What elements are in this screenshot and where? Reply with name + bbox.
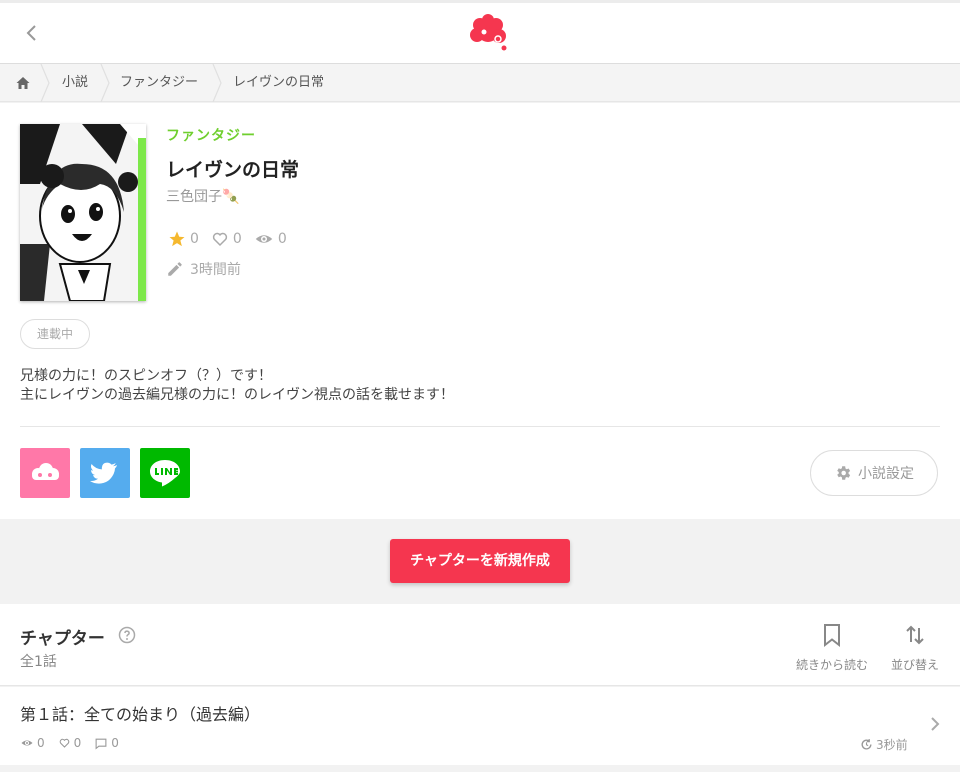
description-line: 兄様の力に！のスピンオフ（？）です！: [20, 368, 272, 384]
continue-reading-label: 続きから読む: [795, 658, 868, 672]
sort-icon: [906, 625, 924, 645]
logo-icon[interactable]: [466, 11, 510, 55]
back-chevron-icon[interactable]: [20, 21, 44, 45]
breadcrumb-item-current: レイヴンの日常: [233, 75, 325, 90]
share-button-pink[interactable]: [20, 448, 70, 498]
breadcrumb: 小説 ファンタジー レイヴンの日常: [0, 64, 960, 102]
chapter-count: 全1話: [20, 654, 57, 670]
twitter-bird-icon: [90, 462, 117, 484]
clock-icon: [861, 739, 872, 750]
description-line: 主にレイヴンの過去編兄様の力に！のレイヴン視点の話を載せます！: [20, 387, 454, 403]
sort-button[interactable]: 並び替え: [884, 622, 946, 673]
chapter-time: 3秒前: [860, 736, 908, 753]
heart-icon: [212, 232, 228, 247]
bookmark-icon: [824, 624, 840, 648]
chapter-time-label: 3秒前: [876, 738, 908, 752]
cover-image: [20, 124, 146, 301]
status-badge: 連載中: [20, 319, 90, 349]
line-logo-icon: [150, 460, 180, 487]
novel-title: レイヴンの日常: [166, 159, 300, 181]
star-count: 0: [190, 231, 199, 247]
view-count: 0: [277, 231, 287, 247]
updated-time: 3時間前: [190, 262, 241, 278]
pencil-icon: [168, 262, 182, 276]
heart-icon: [59, 738, 69, 748]
help-icon[interactable]: [118, 626, 136, 644]
chapter-view-count: 0: [37, 736, 45, 750]
settings-label: 小説設定: [858, 466, 914, 482]
novel-stats: 0 0 0: [168, 229, 295, 249]
like-count: 0: [232, 231, 242, 247]
author-name[interactable]: 三色団子🍡: [166, 186, 239, 206]
share-line-button[interactable]: [140, 448, 190, 498]
cloud-logo-icon: [32, 463, 59, 480]
gear-icon: [837, 466, 851, 480]
breadcrumb-item-novel[interactable]: 小説: [62, 64, 88, 102]
create-chapter-button[interactable]: チャプターを新規作成: [390, 539, 570, 583]
divider: [20, 426, 940, 427]
chapters-header: チャプター 全1話 続きから読む 並び替え: [0, 604, 960, 686]
share-twitter-button[interactable]: [80, 448, 130, 498]
chapter-list-item[interactable]: 第１話：全ての始まり（過去編） 0 0 0 3秒前: [0, 687, 960, 765]
eye-icon: [21, 740, 33, 746]
novel-info-card: ファンタジー レイヴンの日常 三色団子🍡 0 0 0 3時間前 連載中 兄様の力…: [0, 103, 960, 519]
sort-label: 並び替え: [890, 658, 939, 672]
last-updated: 3時間前: [166, 259, 241, 279]
genre-label[interactable]: ファンタジー: [166, 125, 256, 145]
star-icon: [169, 231, 185, 247]
novel-description: 兄様の力に！のスピンオフ（？）です！ 主にレイヴンの過去編兄様の力に！のレイヴン…: [20, 367, 454, 405]
continue-reading-button[interactable]: 続きから読む: [792, 622, 872, 673]
breadcrumb-separator-icon: [40, 64, 50, 102]
top-header: [0, 0, 960, 64]
breadcrumb-separator-icon: [100, 64, 110, 102]
home-icon: [16, 77, 30, 89]
chapter-comment-count: 0: [111, 736, 119, 750]
chevron-right-icon: [931, 717, 940, 731]
chapter-title: 第１話：全ての始まり（過去編）: [20, 705, 261, 724]
novel-settings-button[interactable]: 小説設定: [810, 450, 938, 496]
chapters-title: チャプター: [20, 629, 105, 649]
chapter-stats: 0 0 0: [20, 736, 129, 750]
breadcrumb-separator-icon: [212, 64, 222, 102]
comment-icon: [95, 738, 107, 750]
eye-icon: [255, 235, 273, 243]
chapter-like-count: 0: [73, 736, 82, 750]
breadcrumb-item-genre[interactable]: ファンタジー: [120, 64, 198, 102]
